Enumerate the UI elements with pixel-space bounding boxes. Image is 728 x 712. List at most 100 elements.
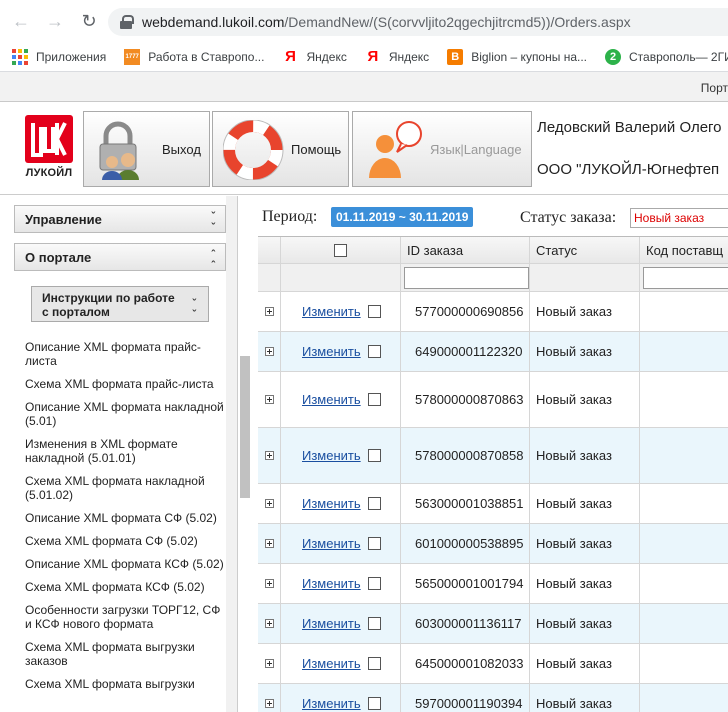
select-all-checkbox[interactable] xyxy=(334,243,347,257)
edit-link[interactable]: Изменить xyxy=(302,344,361,359)
sidebar-link[interactable]: Особенности загрузки ТОРГ12, СФ и КСФ но… xyxy=(25,603,225,631)
row-checkbox[interactable] xyxy=(367,577,381,590)
sidebar-link[interactable]: Описание XML формата КСФ (5.02) xyxy=(25,557,225,571)
edit-link[interactable]: Изменить xyxy=(302,392,361,407)
edit-link[interactable]: Изменить xyxy=(302,536,361,551)
order-id: 563000001038851 xyxy=(415,496,524,511)
portal-top-strip: Порт xyxy=(0,72,728,102)
bookmark-biglion[interactable]: B Biglion – купоны на... xyxy=(447,48,587,65)
sidebar-link[interactable]: Схема XML формата накладной (5.01.02) xyxy=(25,474,225,502)
sidebar-link[interactable]: Схема XML формата СФ (5.02) xyxy=(25,534,225,548)
table-row[interactable]: Изменить 577000000690856 Новый заказ xyxy=(258,292,728,332)
supplier-code-cell xyxy=(640,684,728,712)
edit-link[interactable]: Изменить xyxy=(302,448,361,463)
bookmark-apps[interactable]: Приложения xyxy=(12,48,106,65)
panel-management[interactable]: Управление ˇˇ xyxy=(14,205,226,234)
back-arrow-icon[interactable]: ← xyxy=(8,8,34,34)
logo-text: ЛУКОЙЛ xyxy=(25,167,73,179)
table-row[interactable]: Изменить 649000001122320 Новый заказ xyxy=(258,332,728,372)
supplier-code-cell xyxy=(640,484,728,523)
row-checkbox[interactable] xyxy=(367,345,381,358)
lukoil-logo[interactable]: ЛУКОЙЛ xyxy=(22,113,76,185)
sidebar-link[interactable]: Схема XML формата КСФ (5.02) xyxy=(25,580,225,594)
sidebar-link[interactable]: Схема XML формата выгрузки xyxy=(25,677,225,691)
expand-plus-icon[interactable] xyxy=(264,659,274,668)
bookmark-yandex-2[interactable]: Я Яндекс xyxy=(365,48,429,65)
row-checkbox[interactable] xyxy=(367,449,381,462)
order-id: 565000001001794 xyxy=(415,576,524,591)
table-row[interactable]: Изменить 601000000538895 Новый заказ xyxy=(258,524,728,564)
supplier-code-cell xyxy=(640,524,728,563)
reload-icon[interactable]: ↻ xyxy=(76,8,102,34)
url-host: webdemand.lukoil.com xyxy=(142,14,285,30)
portal-link[interactable]: Порт xyxy=(701,81,728,95)
forward-arrow-icon[interactable]: → xyxy=(42,8,68,34)
expand-plus-icon[interactable] xyxy=(264,539,274,548)
row-checkbox[interactable] xyxy=(367,305,381,318)
edit-link[interactable]: Изменить xyxy=(302,696,361,711)
table-row[interactable]: Изменить 645000001082033 Новый заказ xyxy=(258,644,728,684)
row-checkbox[interactable] xyxy=(367,393,381,406)
row-checkbox[interactable] xyxy=(367,617,381,630)
supplier-code-cell xyxy=(640,372,728,427)
row-checkbox[interactable] xyxy=(367,537,381,550)
supplier-code-cell xyxy=(640,604,728,643)
exit-label: Выход xyxy=(162,142,201,157)
expand-plus-icon[interactable] xyxy=(264,579,274,588)
sidebar-link[interactable]: Описание XML формата СФ (5.02) xyxy=(25,511,225,525)
user-speech-icon xyxy=(369,121,422,178)
row-checkbox[interactable] xyxy=(367,697,381,710)
row-checkbox[interactable] xyxy=(367,497,381,510)
bookmark-yandex-1[interactable]: Я Яндекс xyxy=(282,48,347,65)
expand-plus-icon[interactable] xyxy=(264,499,274,508)
browser-toolbar: ← → ↻ webdemand.lukoil.com/DemandNew/(S(… xyxy=(0,0,728,42)
edit-link[interactable]: Изменить xyxy=(302,616,361,631)
supplier-code-filter-input[interactable] xyxy=(643,266,728,289)
address-bar[interactable]: webdemand.lukoil.com/DemandNew/(S(corvvl… xyxy=(108,8,728,36)
order-status: Новый заказ xyxy=(536,496,612,511)
1777-icon: 1777 xyxy=(124,48,141,65)
lock-icon xyxy=(120,15,134,29)
period-range[interactable]: 01.11.2019 ~ 30.11.2019 xyxy=(331,207,474,227)
table-row[interactable]: Изменить 578000000870858 Новый заказ xyxy=(258,428,728,484)
order-id-filter-input[interactable] xyxy=(404,266,529,289)
expand-plus-icon[interactable] xyxy=(264,619,274,628)
table-row[interactable]: Изменить 603000001136117 Новый заказ xyxy=(258,604,728,644)
period-label: Период: xyxy=(262,208,318,225)
bookmarks-bar: Приложения 1777 Работа в Ставропо... Я Я… xyxy=(0,42,728,72)
sidebar-link[interactable]: Описание XML формата накладной (5.01) xyxy=(25,400,225,428)
expand-plus-icon[interactable] xyxy=(264,395,274,404)
sidebar-link[interactable]: Схема XML формата выгрузки заказов xyxy=(25,640,225,668)
table-row[interactable]: Изменить 597000001190394 Новый заказ xyxy=(258,684,728,712)
language-button[interactable]: Язык|Language xyxy=(352,111,532,187)
orders-main: Период: 01.11.2019 ~ 30.11.2019 Статус з… xyxy=(238,196,728,712)
user-organization: ООО "ЛУКОЙЛ-Югнефтеп xyxy=(537,161,720,178)
order-status: Новый заказ xyxy=(536,448,612,463)
help-button[interactable]: Помощь xyxy=(212,111,349,187)
table-row[interactable]: Изменить 578000000870863 Новый заказ xyxy=(258,372,728,428)
sidebar-link[interactable]: Изменения в XML формате накладной (5.01.… xyxy=(25,437,225,465)
instructions-button[interactable]: Инструкции по работе с порталом ˇˇ xyxy=(31,286,209,322)
table-row[interactable]: Изменить 565000001001794 Новый заказ xyxy=(258,564,728,604)
grid-header: ID заказа Статус Код поставщ xyxy=(258,236,728,264)
sidebar-scrollbar[interactable] xyxy=(226,196,237,712)
bookmark-rabota[interactable]: 1777 Работа в Ставропо... xyxy=(124,48,264,65)
edit-link[interactable]: Изменить xyxy=(302,304,361,319)
expand-plus-icon[interactable] xyxy=(264,347,274,356)
edit-link[interactable]: Изменить xyxy=(302,496,361,511)
exit-button[interactable]: Выход xyxy=(83,111,210,187)
status-filter-select[interactable]: Новый заказ xyxy=(630,208,728,228)
bookmark-2gis[interactable]: 2 Ставрополь— 2ГИС xyxy=(605,48,728,65)
table-row[interactable]: Изменить 563000001038851 Новый заказ xyxy=(258,484,728,524)
order-status: Новый заказ xyxy=(536,656,612,671)
expand-plus-icon[interactable] xyxy=(264,307,274,316)
expand-plus-icon[interactable] xyxy=(264,451,274,460)
edit-link[interactable]: Изменить xyxy=(302,656,361,671)
chevron-down-icon: ˇˇ xyxy=(192,298,196,321)
expand-plus-icon[interactable] xyxy=(264,699,274,708)
panel-about[interactable]: О портале ˆˆ xyxy=(14,243,226,272)
sidebar-link[interactable]: Схема XML формата прайс-листа xyxy=(25,377,225,391)
sidebar-link[interactable]: Описание XML формата прайс-листа xyxy=(25,340,225,368)
row-checkbox[interactable] xyxy=(367,657,381,670)
edit-link[interactable]: Изменить xyxy=(302,576,361,591)
